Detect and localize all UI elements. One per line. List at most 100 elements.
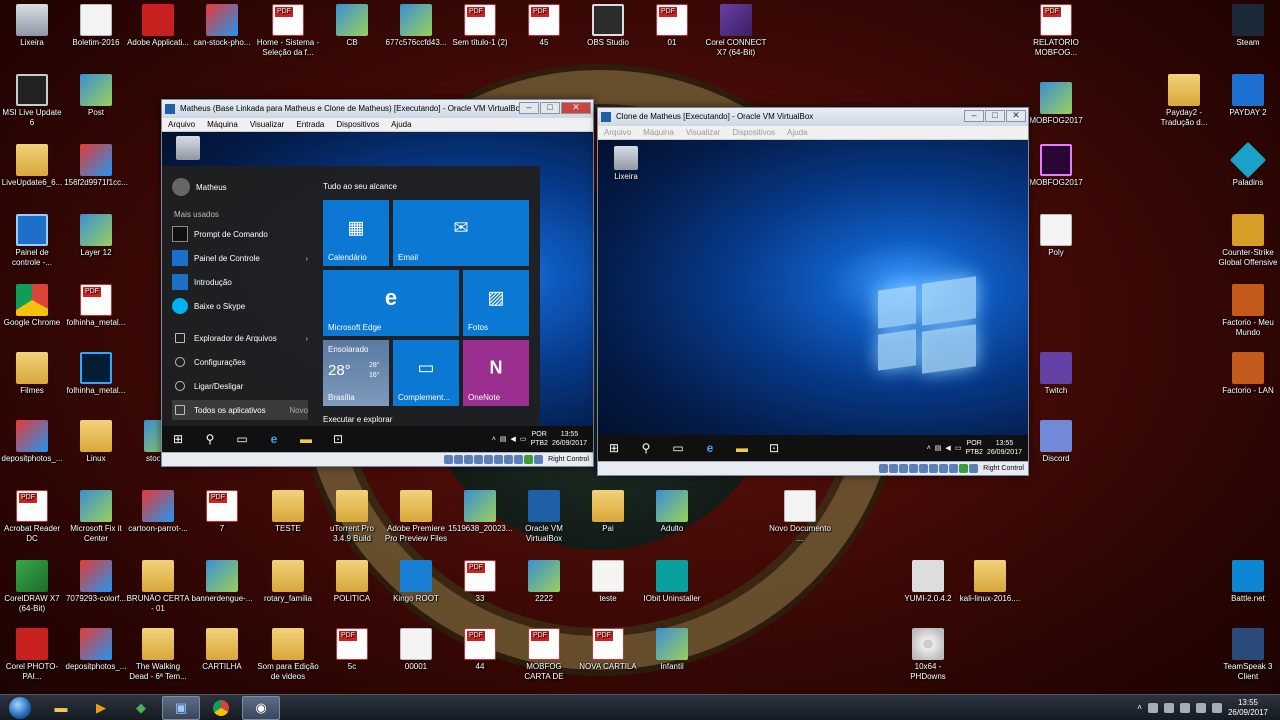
desktop-icon-bannerdengue[interactable]: bannerdengue-... (190, 560, 254, 604)
usb-icon[interactable] (919, 464, 929, 473)
menu-visualizar[interactable]: Visualizar (680, 126, 727, 139)
desktop-icon-folhinha1[interactable]: folhinha_metal... (64, 284, 128, 328)
desktop-icon-mobfog2[interactable]: MOBFOG2017 (1024, 144, 1088, 188)
desktop-icon-7079293[interactable]: 7079293-colorf... (64, 560, 128, 604)
desktop-icon-discord[interactable]: Discord (1024, 420, 1088, 464)
coreldraw-icon[interactable]: ◆ (122, 696, 160, 720)
video-capture-icon[interactable] (949, 464, 959, 473)
desktop-icon-chrome[interactable]: Google Chrome (0, 284, 64, 328)
desktop-icon-7[interactable]: 7 (190, 490, 254, 534)
network-icon[interactable]: ▤ (500, 435, 507, 443)
desktop-icon-mobfog-carta[interactable]: MOBFOG CARTA DE CONVITE (512, 628, 576, 682)
tile-photos[interactable]: ▨ Fotos (463, 270, 529, 336)
edge-icon[interactable]: e (694, 435, 726, 461)
vm1-titlebar[interactable]: Matheus (Base Linkada para Matheus e Clo… (162, 100, 593, 118)
desktop-icon-liveupdate[interactable]: LiveUpdate6_6... (0, 144, 64, 188)
host-start-button[interactable] (0, 695, 40, 720)
desktop-icon-steam[interactable]: Steam (1216, 4, 1280, 48)
windows-start-icon[interactable]: ⊞ (598, 435, 630, 461)
message-icon[interactable]: ▭ (955, 444, 962, 452)
shared-folder-icon[interactable] (929, 464, 939, 473)
menu-arquivo[interactable]: Arquivo (162, 118, 201, 131)
vm2-clock[interactable]: 13:55 26/09/2017 (987, 439, 1022, 457)
media-player-icon[interactable]: ▶ (82, 696, 120, 720)
volume-icon[interactable]: ◀ (945, 444, 950, 452)
menu-visualizar[interactable]: Visualizar (244, 118, 291, 131)
menu-dispositivos[interactable]: Dispositivos (330, 118, 385, 131)
menu-ajuda[interactable]: Ajuda (385, 118, 417, 131)
desktop-icon-painel[interactable]: Painel de controle -... (0, 214, 64, 268)
vm2-window[interactable]: Clone de Matheus [Executando] - Oracle V… (597, 107, 1029, 476)
mouse-integration-icon[interactable] (969, 464, 979, 473)
language-indicator[interactable]: POR PTB2 (965, 439, 983, 457)
desktop-icon-relatorio[interactable]: RELATÓRIO MOBFOG... (1024, 4, 1088, 58)
volume-icon[interactable] (1195, 702, 1206, 713)
desktop-icon-44[interactable]: 44 (448, 628, 512, 672)
vm2-desktop-recycle[interactable]: Lixeira (598, 146, 654, 182)
start-item-introducao[interactable]: Introdução (172, 272, 308, 292)
desktop-icon-linux[interactable]: Linux (64, 420, 128, 464)
obs-icon[interactable]: ◉ (242, 695, 280, 720)
host-clock[interactable]: 13:55 26/09/2017 (1228, 698, 1268, 718)
video-capture-icon[interactable] (514, 455, 524, 464)
menu-maquina[interactable]: Máquina (637, 126, 680, 139)
desktop-icon-cartilha[interactable]: CARTILHA (190, 628, 254, 672)
start-item-settings[interactable]: Configurações (172, 352, 308, 372)
desktop-icon-2222[interactable]: 2222 (512, 560, 576, 604)
start-item-skype[interactable]: Baixe o Skype (172, 296, 308, 316)
desktop-icon-infantil[interactable]: Infantil (640, 628, 704, 672)
menu-entrada[interactable]: Entrada (290, 118, 330, 131)
network-icon[interactable] (1179, 702, 1190, 713)
desktop-icon-folhinha2[interactable]: folhinha_metal... (64, 352, 128, 396)
edge-icon[interactable]: e (258, 426, 290, 452)
desktop-icon-photopaint[interactable]: Corel PHOTO-PAI... (0, 628, 64, 682)
network-icon[interactable] (909, 464, 919, 473)
hdd-icon[interactable] (879, 464, 889, 473)
minimize-button[interactable]: – (519, 102, 539, 114)
display-icon[interactable] (939, 464, 949, 473)
tile-email[interactable]: ✉ Email (393, 200, 529, 266)
store-icon[interactable]: ⊡ (758, 435, 790, 461)
desktop-icon-payday2[interactable]: PAYDAY 2 (1216, 74, 1280, 118)
desktop-icon-coreldraw[interactable]: CorelDRAW X7 (64-Bit) (0, 560, 64, 614)
maximize-button[interactable]: □ (985, 110, 1005, 122)
desktop-icon-adulto[interactable]: Adulto (640, 490, 704, 534)
store-icon[interactable]: ⊡ (322, 426, 354, 452)
language-indicator[interactable]: POR PTB2 (530, 430, 548, 448)
network-icon[interactable] (474, 455, 484, 464)
start-item-cmd[interactable]: Prompt de Comando (172, 224, 308, 244)
start-item-all-apps[interactable]: Todos os aplicativos Novo (172, 400, 308, 420)
desktop-icon-pai[interactable]: Pai (576, 490, 640, 534)
desktop-icon-teste-folder[interactable]: TESTE (256, 490, 320, 534)
tile-onenote[interactable]: N OneNote (463, 340, 529, 406)
desktop-icon-677c[interactable]: 677c576ccfd43... (384, 4, 448, 48)
desktop-icon-kingo[interactable]: Kingo ROOT (384, 560, 448, 604)
audio-icon[interactable] (899, 464, 909, 473)
desktop-icon-teste-doc[interactable]: teste (576, 560, 640, 604)
desktop-icon-cb[interactable]: CB (320, 4, 384, 48)
desktop-icon-layer12[interactable]: Layer 12 (64, 214, 128, 258)
optical-drive-icon[interactable] (454, 455, 464, 464)
desktop-icon-nova-cartila[interactable]: NOVA CARTILA (576, 628, 640, 672)
shared-folder-icon[interactable] (494, 455, 504, 464)
close-button[interactable]: ✕ (561, 102, 591, 114)
chevron-up-icon[interactable]: ˄ (1137, 703, 1142, 712)
task-view-icon[interactable]: ▭ (226, 426, 258, 452)
tile-calendar[interactable]: ▦ Calendário (323, 200, 389, 266)
desktop-icon-factorio2[interactable]: Factorio - LAN (1216, 352, 1280, 396)
chrome-icon[interactable] (202, 696, 240, 720)
desktop-icon-home[interactable]: Home - Sistema - Seleção da f... (256, 4, 320, 58)
desktop-icon-lixeira[interactable]: Lixeira (0, 4, 64, 48)
tile-complement[interactable]: ▭ Complement... (393, 340, 459, 406)
desktop-icon-01[interactable]: 01 (640, 4, 704, 48)
desktop-icon-brunao[interactable]: BRUNÃO CERTA - 01 (126, 560, 190, 614)
desktop-icon-45[interactable]: 45 (512, 4, 576, 48)
desktop-icon-cartoon[interactable]: cartoon-parrot-... (126, 490, 190, 534)
desktop-icon-yumi[interactable]: YUMI-2.0.4.2 (896, 560, 960, 604)
vm2-titlebar[interactable]: Clone de Matheus [Executando] - Oracle V… (598, 108, 1028, 126)
optical-drive-icon[interactable] (889, 464, 899, 473)
desktop-icon-som[interactable]: Som para Edição de videos (256, 628, 320, 682)
file-explorer-icon[interactable]: ▬ (726, 435, 758, 461)
desktop-icon-msi[interactable]: MSI Live Update 6 (0, 74, 64, 128)
desktop-icon-1519638[interactable]: 1519638_20023... (448, 490, 512, 534)
